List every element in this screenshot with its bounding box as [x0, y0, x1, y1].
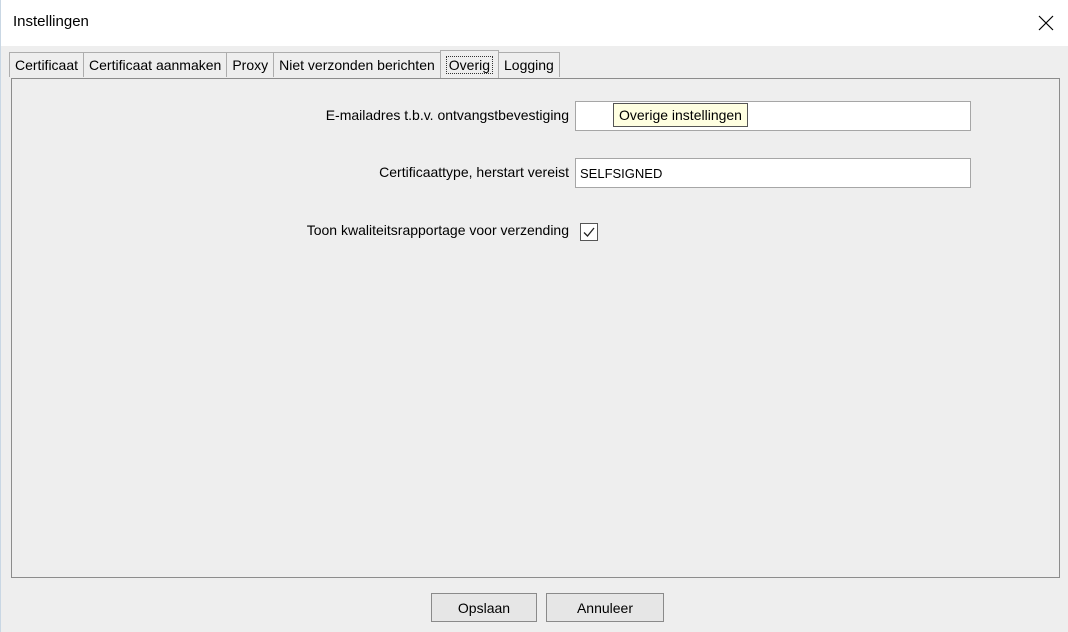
certificate-type-input[interactable] [575, 158, 971, 188]
save-button[interactable]: Opslaan [431, 593, 537, 622]
title-bar: Instellingen [1, 0, 1068, 46]
tab-logging[interactable]: Logging [499, 52, 560, 77]
tab-label: Certificaat aanmaken [89, 57, 222, 73]
tab-bar: Certificaat Certificaat aanmaken Proxy N… [9, 50, 560, 78]
window-title: Instellingen [13, 13, 89, 30]
settings-window: Instellingen Certificaat Certificaat aan… [0, 0, 1068, 632]
close-icon [1038, 15, 1054, 31]
tab-certificaat[interactable]: Certificaat [9, 52, 85, 77]
tab-label: Logging [504, 57, 554, 73]
tab-label: Proxy [232, 57, 269, 73]
checkmark-icon [583, 227, 595, 237]
certificate-type-row: Certificaattype, herstart vereist [12, 158, 1059, 188]
cancel-button[interactable]: Annuleer [546, 593, 664, 622]
tab-label: Overig [445, 55, 494, 74]
tab-certificaat-aanmaken[interactable]: Certificaat aanmaken [84, 52, 228, 77]
tab-label: Certificaat [15, 57, 79, 73]
email-row: E-mailadres t.b.v. ontvangstbevestiging [12, 101, 1059, 131]
email-label: E-mailadres t.b.v. ontvangstbevestiging [325, 107, 569, 123]
close-button[interactable] [1023, 0, 1068, 46]
certificate-type-label: Certificaattype, herstart vereist [379, 164, 569, 180]
tab-overig[interactable]: Overig [439, 50, 500, 78]
quality-report-label: Toon kwaliteitsrapportage voor verzendin… [306, 222, 569, 238]
quality-report-checkbox[interactable] [580, 223, 598, 241]
quality-report-row: Toon kwaliteitsrapportage voor verzendin… [12, 220, 1059, 244]
dialog-footer: Opslaan Annuleer [1, 586, 1068, 632]
tab-proxy[interactable]: Proxy [227, 52, 275, 77]
tab-panel-overig: E-mailadres t.b.v. ontvangstbevestiging … [11, 78, 1060, 578]
tab-niet-verzonden-berichten[interactable]: Niet verzonden berichten [274, 52, 441, 77]
tooltip: Overige instellingen [613, 103, 748, 127]
tab-label: Niet verzonden berichten [279, 57, 435, 73]
